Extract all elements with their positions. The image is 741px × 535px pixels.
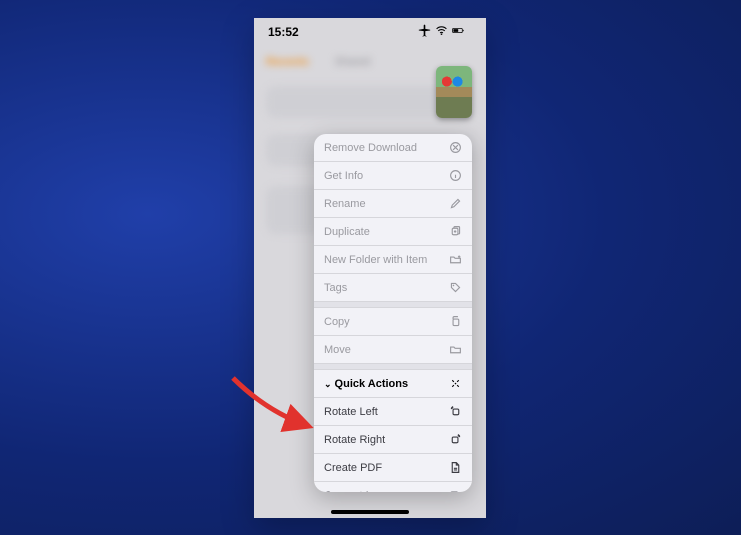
airplane-mode-icon [418, 24, 431, 40]
status-time: 15:52 [268, 25, 299, 39]
convert-image-icon [448, 489, 462, 493]
menu-item-label: Convert Image [324, 490, 396, 493]
menu-item-copy[interactable]: Copy [314, 308, 472, 336]
menu-item-rotate-left[interactable]: Rotate Left [314, 398, 472, 426]
menu-item-remove-download[interactable]: Remove Download [314, 134, 472, 162]
status-icons [418, 24, 472, 40]
menu-item-label: Rename [324, 198, 366, 210]
folder-icon [448, 343, 462, 357]
chevron-down-icon: ⌄ [324, 379, 332, 389]
menu-item-label: New Folder with Item [324, 254, 427, 266]
menu-item-label: Copy [324, 316, 350, 328]
rotate-left-icon [448, 405, 462, 419]
duplicate-icon [448, 225, 462, 239]
menu-item-move[interactable]: Move [314, 336, 472, 364]
home-indicator[interactable] [331, 510, 409, 514]
menu-item-label: Duplicate [324, 226, 370, 238]
image-thumbnail[interactable] [436, 66, 472, 118]
menu-item-tags[interactable]: Tags [314, 274, 472, 302]
folder-plus-icon [448, 253, 462, 267]
menu-item-convert-image[interactable]: Convert Image [314, 482, 472, 492]
menu-item-label: Get Info [324, 170, 363, 182]
menu-item-label: Tags [324, 282, 347, 294]
menu-item-label: Create PDF [324, 462, 382, 474]
menu-item-new-folder[interactable]: New Folder with Item [314, 246, 472, 274]
menu-item-create-pdf[interactable]: Create PDF [314, 454, 472, 482]
menu-header-quick-actions[interactable]: ⌄Quick Actions [314, 370, 472, 398]
context-menu: Remove Download Get Info Rename Duplicat… [314, 134, 472, 492]
menu-header-label: ⌄Quick Actions [324, 378, 408, 390]
menu-item-rename[interactable]: Rename [314, 190, 472, 218]
info-icon [448, 169, 462, 183]
menu-item-label: Rotate Left [324, 406, 378, 418]
menu-item-label: Move [324, 344, 351, 356]
rotate-right-icon [448, 433, 462, 447]
pencil-icon [448, 197, 462, 211]
menu-item-rotate-right[interactable]: Rotate Right [314, 426, 472, 454]
menu-item-get-info[interactable]: Get Info [314, 162, 472, 190]
tag-icon [448, 281, 462, 295]
menu-item-label: Remove Download [324, 142, 417, 154]
remove-download-icon [448, 141, 462, 155]
copy-icon [448, 315, 462, 329]
status-bar: 15:52 [254, 18, 486, 46]
wifi-icon [435, 24, 448, 40]
phone-screen: 15:52 RecentsShared Remove Download Get … [254, 18, 486, 518]
battery-icon [452, 24, 472, 40]
menu-item-label: Rotate Right [324, 434, 385, 446]
sparkle-icon [448, 377, 462, 391]
menu-item-duplicate[interactable]: Duplicate [314, 218, 472, 246]
doc-icon [448, 461, 462, 475]
